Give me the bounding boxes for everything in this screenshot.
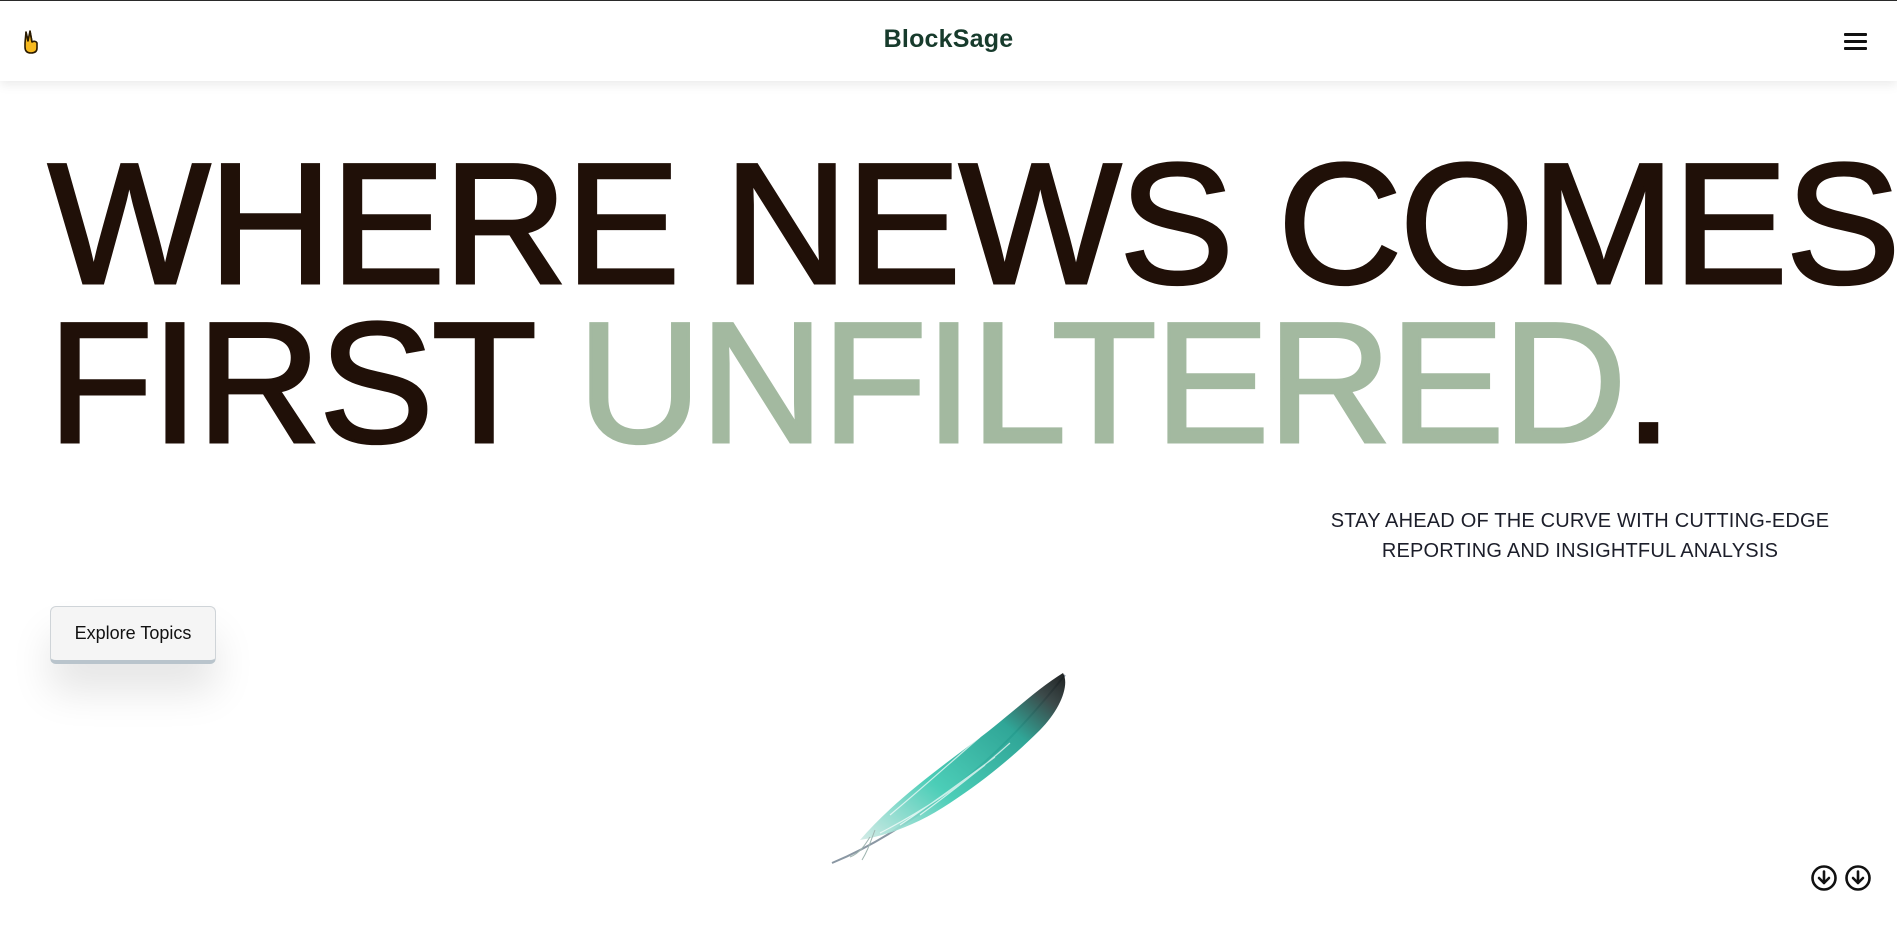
hero-line-2-prefix: FIRST — [47, 287, 536, 479]
brand-title[interactable]: BlockSage — [0, 25, 1897, 54]
hero-tagline: STAY AHEAD OF THE CURVE WITH CUTTING-EDG… — [1300, 506, 1860, 566]
hero-headline: WHERE NEWS COMES FIRST UNFILTERED. — [47, 137, 1897, 471]
arrow-down-circle-icon[interactable] — [1810, 864, 1838, 892]
explore-topics-button[interactable]: Explore Topics — [50, 606, 216, 664]
feather-illustration — [831, 673, 1066, 864]
tagline-line-2: REPORTING AND INSIGHTFUL ANALYSIS — [1381, 540, 1779, 562]
hero-accent-word: UNFILTERED — [576, 287, 1628, 479]
arrow-down-circle-icon[interactable] — [1844, 864, 1872, 892]
scroll-controls — [1810, 864, 1872, 892]
tagline-line-1: STAY AHEAD OF THE CURVE WITH CUTTING-EDG… — [1330, 510, 1830, 532]
top-navbar: BlockSage — [0, 0, 1897, 81]
hero-period: . — [1623, 287, 1674, 479]
hamburger-menu-icon[interactable] — [1841, 28, 1871, 54]
